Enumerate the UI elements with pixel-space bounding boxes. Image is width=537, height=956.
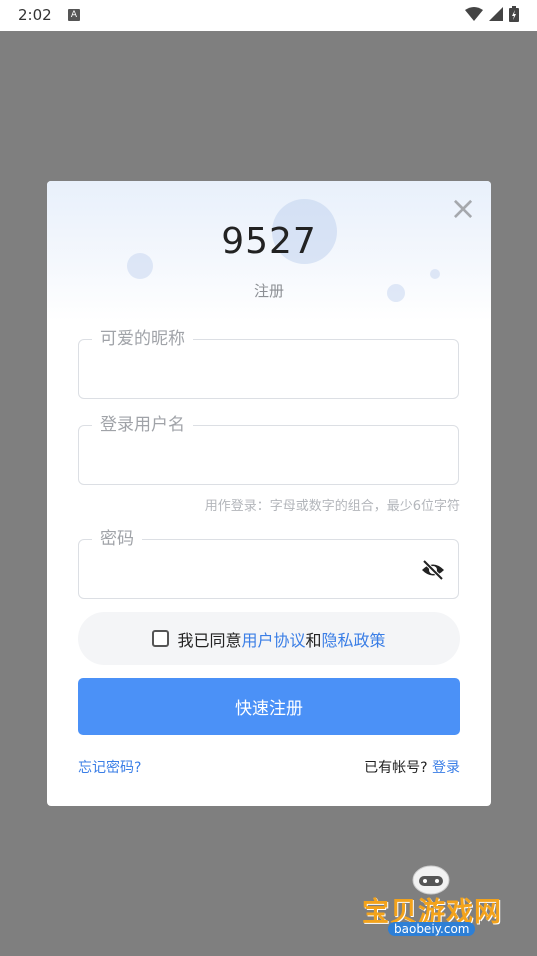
close-icon[interactable]: ×: [449, 192, 477, 224]
login-row: 已有帐号? 登录: [364, 757, 460, 777]
username-input[interactable]: [99, 442, 423, 470]
forgot-password-link[interactable]: 忘记密码?: [78, 757, 141, 777]
nickname-input[interactable]: [99, 356, 423, 384]
password-label: 密码: [92, 527, 142, 551]
username-label: 登录用户名: [92, 413, 193, 437]
have-account-text: 已有帐号?: [364, 760, 428, 776]
password-field[interactable]: 密码: [78, 527, 459, 599]
app-title: 9527: [221, 221, 317, 262]
login-link[interactable]: 登录: [432, 760, 460, 776]
watermark-url: baobeiy.com: [388, 922, 476, 936]
status-time: 2:02: [18, 6, 52, 24]
agreement-checkbox[interactable]: [152, 630, 170, 647]
privacy-policy-link[interactable]: 隐私政策: [322, 627, 386, 651]
username-field[interactable]: 登录用户名: [78, 413, 459, 485]
wifi-icon: [465, 7, 483, 21]
agreement-prefix: 我已同意: [177, 630, 242, 650]
watermark-logo: 宝贝游戏网 baobeiy.com: [358, 860, 508, 950]
signal-icon: [489, 7, 503, 21]
password-input[interactable]: [99, 556, 423, 584]
agreement-row: 我已同意 用户协议 和 隐私政策: [78, 612, 460, 665]
eye-off-icon[interactable]: [420, 558, 446, 582]
battery-icon: [509, 6, 519, 22]
nickname-label: 可爱的昵称: [92, 327, 193, 351]
decor-bubble: [430, 269, 440, 279]
page-subtitle: 注册: [253, 282, 284, 300]
user-agreement-link[interactable]: 用户协议: [241, 627, 305, 651]
status-icons: [465, 6, 519, 22]
register-button[interactable]: 快速注册: [78, 678, 460, 735]
notification-icon: A: [68, 9, 80, 21]
agreement-and: 和: [305, 630, 322, 650]
status-bar: 2:02 A: [0, 0, 537, 31]
username-hint: 用作登录：字母或数字的组合，最少6位字符: [204, 499, 460, 514]
nickname-field[interactable]: 可爱的昵称: [78, 327, 459, 399]
register-dialog: × 9527 注册 可爱的昵称 登录用户名 用作登录：字母或数字的组合，最少6位…: [47, 181, 491, 806]
